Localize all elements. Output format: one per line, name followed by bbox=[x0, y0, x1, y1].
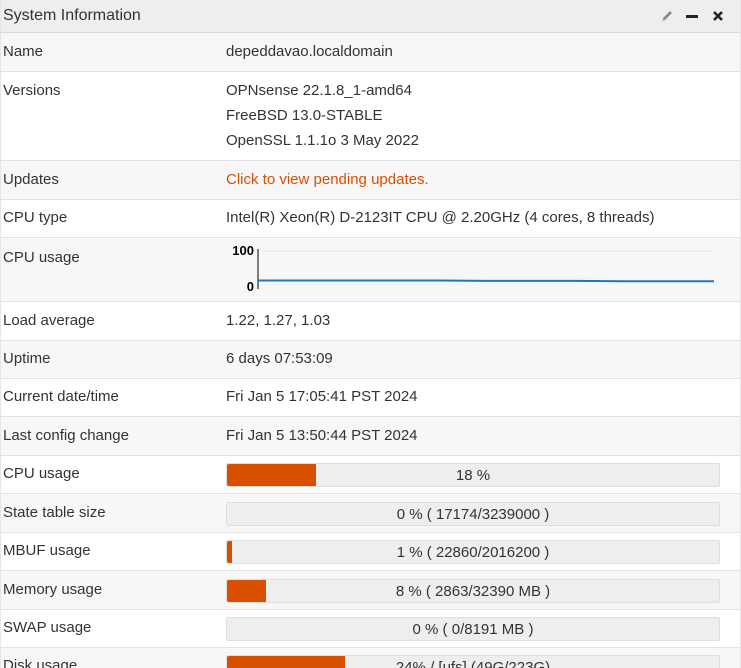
versions-value: OPNsense 22.1.8_1-amd64 FreeBSD 13.0-STA… bbox=[226, 78, 419, 153]
row-mbuf: MBUF usage 1 % ( 22860/2016200 ) bbox=[1, 533, 740, 571]
pending-updates-link[interactable]: Click to view pending updates. bbox=[226, 171, 429, 188]
bar-label: SWAP usage bbox=[3, 619, 92, 636]
uptime-label: Uptime bbox=[3, 350, 51, 367]
row-last-config-change: Last config change Fri Jan 5 13:50:44 PS… bbox=[1, 417, 740, 456]
row-cpu-usage: CPU usage 18 % bbox=[1, 456, 740, 494]
version-opnsense: OPNsense 22.1.8_1-amd64 bbox=[226, 82, 412, 99]
cpu-usage-bar: 18 % bbox=[226, 463, 720, 487]
row-load-average: Load average 1.22, 1.27, 1.03 bbox=[1, 302, 740, 341]
row-updates: Updates Click to view pending updates. bbox=[1, 161, 740, 200]
row-disk: Disk usage 24% / [ufs] (49G/223G) bbox=[1, 648, 740, 668]
cpu-usage-chart: 100 0 bbox=[226, 242, 721, 300]
chart-series-line bbox=[258, 279, 714, 283]
bar-label: State table size bbox=[3, 504, 106, 521]
mbuf-bar: 1 % ( 22860/2016200 ) bbox=[226, 540, 720, 564]
swap-bar: 0 % ( 0/8191 MB ) bbox=[226, 617, 720, 641]
row-swap: SWAP usage 0 % ( 0/8191 MB ) bbox=[1, 610, 740, 648]
widget-header: System Information bbox=[1, 0, 740, 33]
row-state-table: State table size 0 % ( 17174/3239000 ) bbox=[1, 494, 740, 533]
bar-text: 1 % ( 22860/2016200 ) bbox=[396, 544, 550, 561]
row-uptime: Uptime 6 days 07:53:09 bbox=[1, 341, 740, 379]
last-config-change-value: Fri Jan 5 13:50:44 PST 2024 bbox=[226, 427, 418, 444]
uptime-value: 6 days 07:53:09 bbox=[226, 350, 333, 367]
minus-icon[interactable] bbox=[683, 7, 701, 25]
close-icon[interactable] bbox=[709, 7, 727, 25]
chart-y-tick-label: 0 bbox=[247, 279, 254, 294]
chart-y-tick-label: 100 bbox=[232, 243, 254, 258]
state-table-bar: 0 % ( 17174/3239000 ) bbox=[226, 502, 720, 526]
current-datetime-label: Current date/time bbox=[3, 388, 119, 405]
name-label: Name bbox=[3, 43, 44, 60]
bar-label: Disk usage bbox=[3, 657, 78, 668]
bar-label: CPU usage bbox=[3, 465, 80, 482]
widget-title: System Information bbox=[3, 7, 141, 24]
bar-label: MBUF usage bbox=[3, 542, 91, 559]
cpu-usage-graph-label: CPU usage bbox=[3, 249, 80, 266]
bar-text: 18 % bbox=[455, 467, 491, 484]
disk-bar: 24% / [ufs] (49G/223G) bbox=[226, 655, 720, 668]
updates-label: Updates bbox=[3, 171, 59, 188]
row-current-datetime: Current date/time Fri Jan 5 17:05:41 PST… bbox=[1, 379, 740, 417]
bar-text: 0 % ( 17174/3239000 ) bbox=[396, 506, 550, 523]
row-versions: Versions OPNsense 22.1.8_1-amd64 FreeBSD… bbox=[1, 72, 740, 161]
pencil-icon[interactable] bbox=[658, 7, 676, 25]
last-config-change-label: Last config change bbox=[3, 427, 129, 444]
bar-text: 8 % ( 2863/32390 MB ) bbox=[395, 583, 551, 600]
row-name: Name depeddavao.localdomain bbox=[1, 33, 740, 72]
cpu-type-value: Intel(R) Xeon(R) D-2123IT CPU @ 2.20GHz … bbox=[226, 209, 655, 226]
system-information-widget: System Information Name depeddavao.local… bbox=[0, 0, 741, 668]
load-average-label: Load average bbox=[3, 312, 95, 329]
cpu-type-label: CPU type bbox=[3, 209, 68, 226]
version-freebsd: FreeBSD 13.0-STABLE bbox=[226, 107, 383, 124]
name-value: depeddavao.localdomain bbox=[226, 43, 393, 60]
bar-text: 0 % ( 0/8191 MB ) bbox=[412, 621, 534, 638]
bar-label: Memory usage bbox=[3, 581, 103, 598]
bar-text: 24% / [ufs] (49G/223G) bbox=[395, 659, 551, 668]
row-cpu-type: CPU type Intel(R) Xeon(R) D-2123IT CPU @… bbox=[1, 200, 740, 238]
version-openssl: OpenSSL 1.1.1o 3 May 2022 bbox=[226, 132, 419, 149]
current-datetime-value: Fri Jan 5 17:05:41 PST 2024 bbox=[226, 388, 418, 405]
row-memory: Memory usage 8 % ( 2863/32390 MB ) bbox=[1, 571, 740, 610]
load-average-value: 1.22, 1.27, 1.03 bbox=[226, 312, 331, 329]
versions-label: Versions bbox=[3, 82, 61, 99]
row-cpu-usage-graph: CPU usage 100 0 bbox=[1, 238, 740, 302]
memory-bar: 8 % ( 2863/32390 MB ) bbox=[226, 579, 720, 603]
